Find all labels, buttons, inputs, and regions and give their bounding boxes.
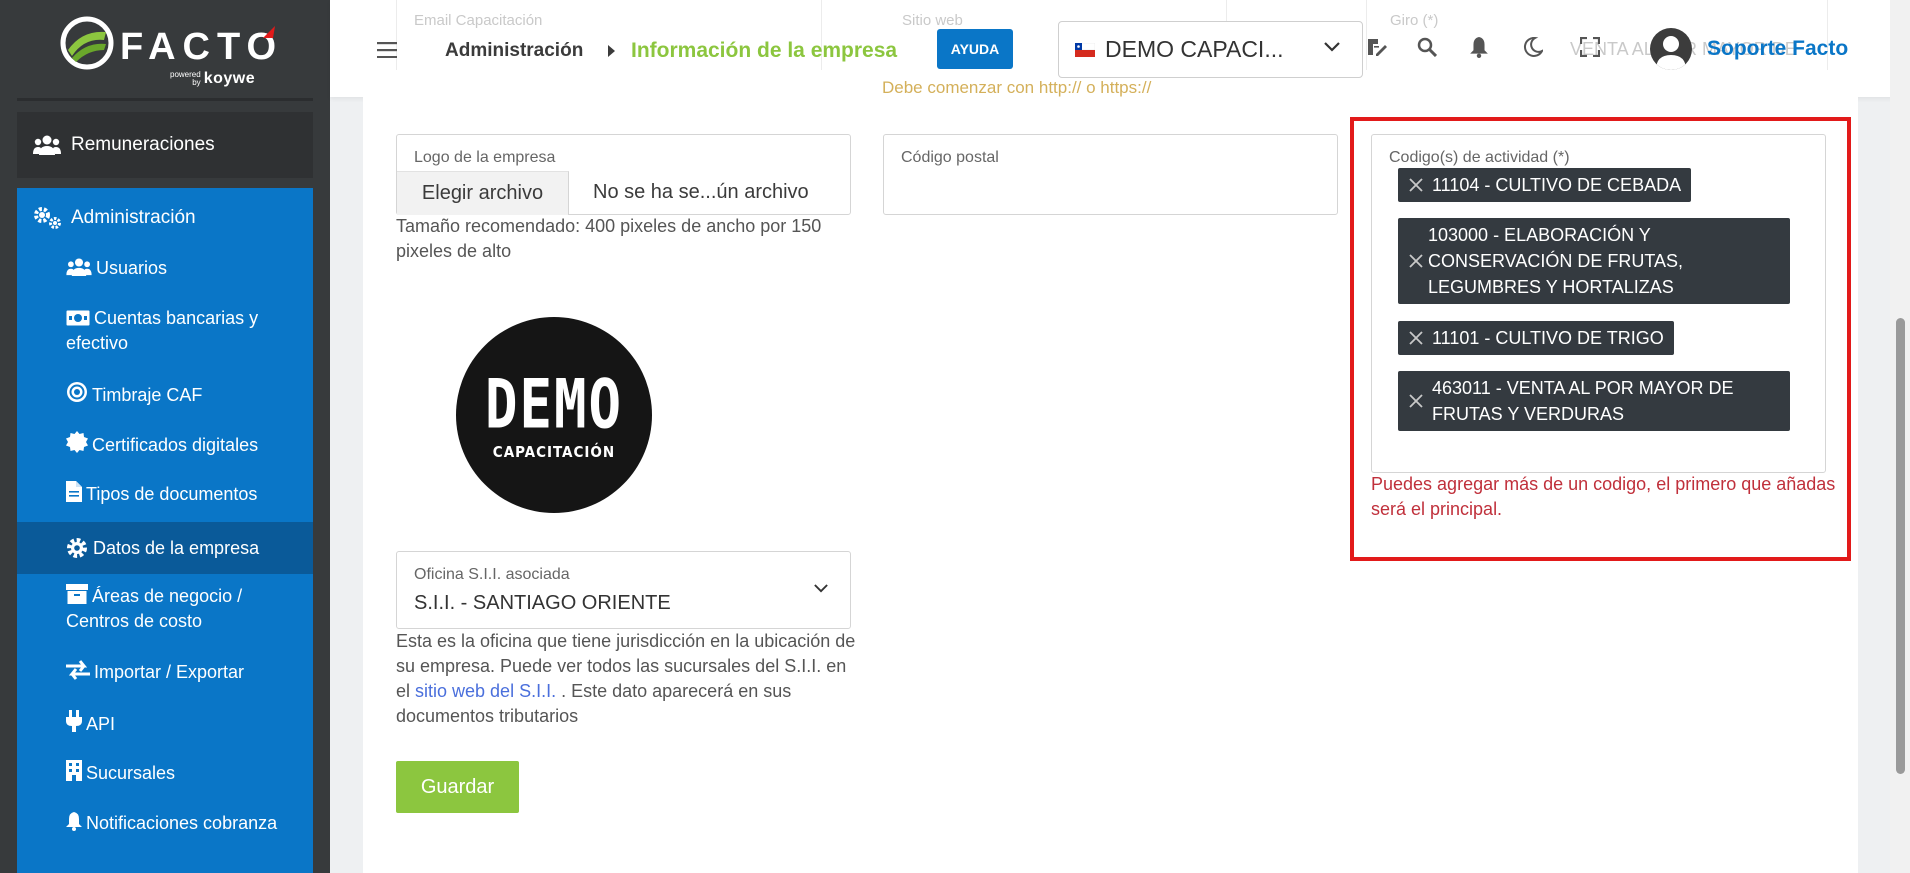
sidebar-item-tipos-documentos[interactable]: Tipos de documentos — [17, 481, 313, 507]
postal-code-input[interactable]: Código postal — [883, 134, 1338, 215]
dark-mode-moon-icon[interactable] — [1523, 37, 1543, 57]
sidebar-item-label: Timbraje CAF — [92, 385, 203, 405]
sidebar-item-label: Datos de la empresa — [93, 537, 260, 558]
help-button[interactable]: AYUDA — [937, 29, 1013, 69]
company-select[interactable]: DEMO CAPACI... — [1058, 21, 1363, 78]
sidebar-item-label: Sucursales — [86, 763, 176, 783]
logo-field-label: Logo de la empresa — [414, 149, 556, 166]
sidebar-item-sucursales[interactable]: Sucursales — [17, 760, 313, 786]
sii-website-link[interactable]: sitio web del S.I.I. — [415, 681, 556, 701]
certificate-icon — [66, 431, 88, 453]
logo-size-help: Tamaño recomendado: 400 pixeles de ancho… — [396, 216, 822, 261]
facto-logo[interactable]: FACTO powered by koywe — [60, 16, 276, 87]
gear-icon — [67, 538, 87, 558]
sidebar-item-label: API — [86, 714, 116, 734]
gears-icon — [34, 207, 61, 229]
plug-icon — [66, 710, 82, 732]
users-icon — [66, 258, 92, 276]
sidebar-item-api[interactable]: API — [17, 710, 313, 737]
logo-capacitacion-text: CAPACITACIÓN — [492, 443, 616, 461]
breadcrumb-administracion[interactable]: Administración — [445, 40, 583, 62]
sii-office-help: Esta es la oficina que tiene jurisdicció… — [396, 631, 856, 726]
sidebar-item-label: Usuarios — [96, 258, 168, 278]
logo-wordmark: FACTO — [120, 26, 284, 68]
target-icon — [67, 382, 87, 402]
sidebar-item-label: Remuneraciones — [71, 134, 215, 155]
logo-field: Logo de la empresa Elegir archivo No se … — [396, 134, 851, 215]
sidebar-item-label: Tipos de documentos — [86, 484, 258, 504]
scrollbar-thumb[interactable] — [1896, 318, 1905, 774]
chevron-down-icon — [814, 584, 828, 593]
choose-file-button[interactable]: Elegir archivo — [397, 171, 569, 215]
sidebar-item-importar-exportar[interactable]: Importar / Exportar — [17, 660, 313, 685]
edit-document-icon[interactable] — [1367, 37, 1387, 57]
sidebar-item-areas-negocio[interactable]: Áreas de negocio / Centros de costo — [17, 584, 313, 634]
notifications-bell-icon[interactable] — [1470, 37, 1488, 58]
ghost-field-border — [1366, 0, 1367, 70]
sidebar-item-label: Certificados digitales — [92, 435, 259, 455]
sidebar-item-cuentas-bancarias[interactable]: Cuentas bancarias y efectivo — [17, 306, 313, 356]
user-name[interactable]: Soporte Facto — [1707, 37, 1848, 61]
sidebar-item-label: Notificaciones cobranza — [86, 813, 278, 833]
logo-powered-by: powered by koywe — [170, 70, 256, 87]
logo-accent-icon — [263, 26, 275, 38]
chevron-down-icon — [1324, 42, 1340, 52]
sidebar-section-administracion: Administración Usuarios Cuentas bancaria… — [17, 188, 313, 873]
sii-office-label: Oficina S.I.I. asociada — [414, 566, 570, 583]
facto-mark-icon — [60, 16, 114, 70]
sidebar-item-administracion[interactable]: Administración — [33, 206, 196, 230]
sidebar-divider — [17, 98, 313, 101]
ghost-email-label: Email Capacitación — [414, 12, 543, 29]
sidebar-item-usuarios[interactable]: Usuarios — [17, 256, 313, 281]
highlight-box — [1350, 117, 1851, 561]
ghost-web-help: Debe comenzar con http:// o https:// — [882, 78, 1152, 97]
sidebar-item-notificaciones[interactable]: Notificaciones cobranza — [17, 811, 313, 836]
sidebar: FACTO powered by koywe Remuneraciones Adm… — [0, 0, 330, 873]
sidebar-item-label: Importar / Exportar — [94, 662, 245, 682]
user-silhouette-icon — [1656, 36, 1686, 70]
menu-toggle-icon[interactable] — [377, 42, 397, 58]
user-avatar[interactable] — [1650, 28, 1692, 70]
postal-code-label: Código postal — [901, 149, 999, 166]
money-icon — [66, 310, 90, 326]
sidebar-item-label: Administración — [71, 207, 196, 228]
sii-office-select[interactable]: Oficina S.I.I. asociada S.I.I. - SANTIAG… — [396, 551, 851, 629]
page-title: Información de la empresa — [631, 39, 898, 62]
ghost-web-label: Sitio web — [902, 12, 963, 29]
company-name: DEMO CAPACI... — [1105, 36, 1284, 62]
fullscreen-icon[interactable] — [1580, 37, 1600, 57]
sidebar-item-label: Cuentas bancarias y efectivo — [66, 308, 259, 353]
file-name-text: No se ha se...ún archivo — [593, 181, 809, 203]
users-icon — [33, 135, 61, 155]
building-icon — [66, 760, 82, 781]
archive-icon — [66, 584, 88, 604]
sidebar-item-certificados[interactable]: Certificados digitales — [17, 431, 313, 458]
top-header: Email Capacitación Sitio web Giro (*) VE… — [330, 0, 1910, 97]
sidebar-item-timbraje-caf[interactable]: Timbraje CAF — [17, 381, 313, 408]
logo-demo-text: DEMO — [484, 365, 624, 444]
search-icon[interactable] — [1417, 37, 1437, 57]
bell-icon — [66, 812, 82, 831]
ghost-giro-label: Giro (*) — [1390, 12, 1439, 29]
breadcrumb-caret-icon — [608, 45, 615, 57]
sidebar-item-datos-empresa[interactable]: Datos de la empresa — [17, 522, 313, 574]
sii-office-value: S.I.I. - SANTIAGO ORIENTE — [414, 592, 671, 614]
save-button[interactable]: Guardar — [396, 761, 519, 813]
company-logo-image: DEMO CAPACITACIÓN — [456, 317, 652, 513]
koywe-brand: koywe — [203, 70, 256, 87]
exchange-icon — [66, 660, 90, 680]
chile-flag-icon — [1075, 42, 1095, 57]
document-icon — [66, 481, 82, 502]
sidebar-item-label: Áreas de negocio / Centros de costo — [66, 586, 243, 631]
sidebar-item-remuneraciones[interactable]: Remuneraciones — [17, 112, 313, 178]
ghost-field-border — [396, 0, 397, 70]
